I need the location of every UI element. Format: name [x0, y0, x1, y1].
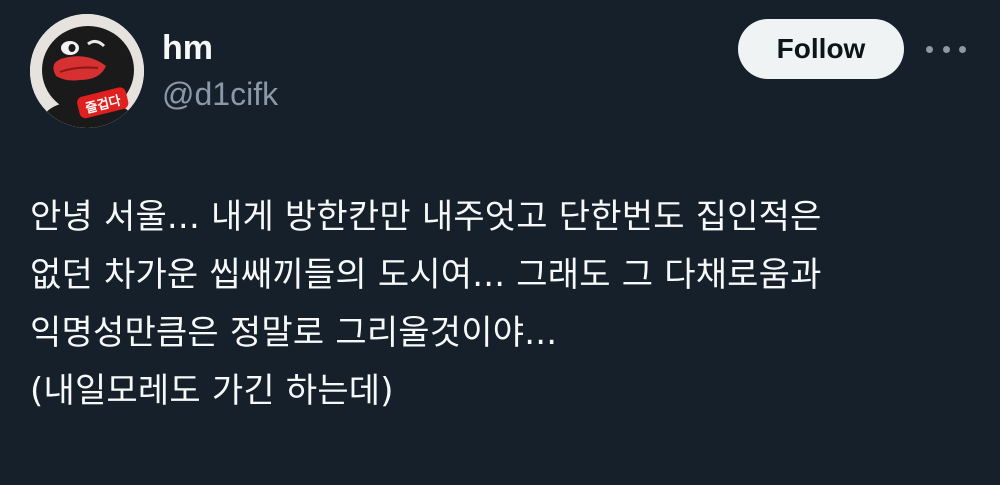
tweet-text-line: 없던 차가운 씹쌔끼들의 도시여... 그래도 그 다채로움과 [30, 255, 822, 295]
display-name[interactable]: hm [162, 28, 278, 68]
tweet-text-line: 익명성만큼은 정말로 그리울것이야... [30, 313, 558, 353]
follow-button[interactable]: Follow [738, 19, 904, 79]
tweet-card: 즐겁다 hm @d1cifk Follow 안녕 서울... 내게 방한칸만 내… [0, 0, 1000, 485]
tweet-text-line: 안녕 서울... 내게 방한칸만 내주엇고 단한번도 집인적은 [30, 197, 822, 237]
more-options-icon[interactable] [926, 34, 966, 64]
dot [942, 45, 950, 53]
author-info: hm @d1cifk [162, 28, 278, 114]
tweet-text-line: (내일모레도 가긴 하는데) [30, 371, 394, 411]
user-handle[interactable]: @d1cifk [162, 74, 278, 114]
dot [959, 45, 966, 53]
dot [926, 45, 933, 53]
avatar[interactable]: 즐겁다 [30, 14, 144, 128]
tweet-text: 안녕 서울... 내게 방한칸만 내주엇고 단한번도 집인적은 없던 차가운 씹… [30, 188, 980, 420]
penguin-avatar-image: 즐겁다 [30, 14, 144, 128]
